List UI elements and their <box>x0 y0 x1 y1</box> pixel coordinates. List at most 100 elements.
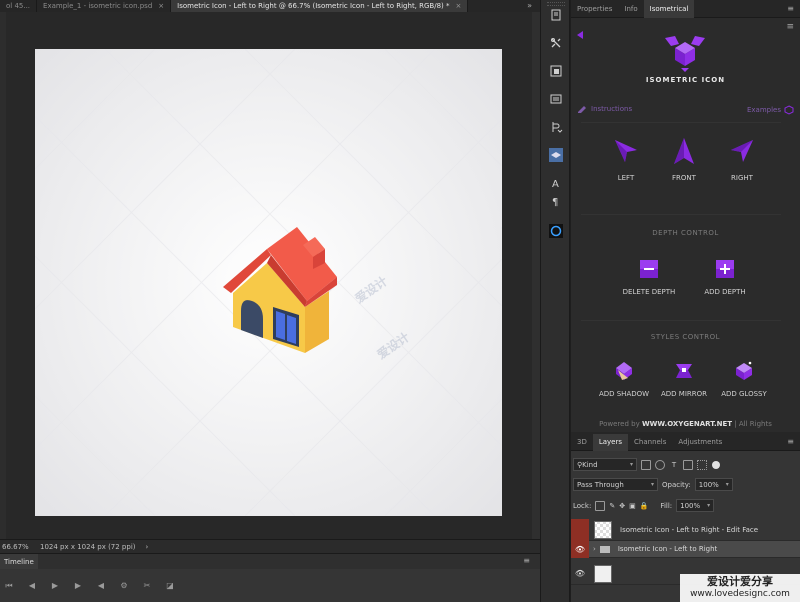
canvas-area: ...c.com 爱设计 爱设计 <box>0 12 540 539</box>
blend-mode-value: Pass Through <box>577 480 624 489</box>
layer-row-group[interactable]: 👁 › Isometric Icon - Left to Right <box>571 540 800 558</box>
eye-icon[interactable]: 👁 <box>571 563 589 585</box>
cube-icon <box>784 105 794 115</box>
tab-properties[interactable]: Properties <box>571 0 618 18</box>
document-dimensions: 1024 px x 1024 px (72 ppi) <box>40 542 136 551</box>
layer-name: Isometric Icon - Left to Right - Edit Fa… <box>620 525 759 534</box>
tab-adjustments[interactable]: Adjustments <box>672 434 728 451</box>
type-filter-icon[interactable]: T <box>669 460 679 470</box>
vertical-scrollbar[interactable] <box>532 12 540 539</box>
strip-grip[interactable] <box>547 2 565 6</box>
panel-menu-icon[interactable]: ≡ <box>523 556 530 565</box>
shadow-cube-icon <box>616 362 632 380</box>
layer-filter-row: ⚲ Kind ▾ T <box>573 458 800 471</box>
chevron-right-icon[interactable]: › <box>593 545 596 553</box>
next-frame-icon[interactable]: ▶ <box>73 581 83 591</box>
svg-text:¶: ¶ <box>552 197 558 208</box>
layer-row-edit-face[interactable]: Isometric Icon - Left to Right - Edit Fa… <box>571 518 800 541</box>
document-tabs: ol 45... Example_1 - isometric icon.psd ×… <box>0 0 540 12</box>
paragraph-styles-icon[interactable] <box>549 120 563 134</box>
tab-channels[interactable]: Channels <box>628 434 672 451</box>
add-glossy-button[interactable]: ADD GLOSSY <box>709 360 779 398</box>
filter-kind-value: Kind <box>582 460 598 469</box>
tab-label: Layers <box>598 438 623 446</box>
doc-tab-1[interactable]: Example_1 - isometric icon.psd × <box>37 0 172 12</box>
isometric-logo-icon <box>665 36 705 72</box>
panel-menu-icon[interactable]: ≡ <box>787 4 794 13</box>
tab-3d[interactable]: 3D <box>571 434 593 451</box>
pixel-filter-icon[interactable] <box>641 459 651 470</box>
tabs-overflow-icon[interactable]: » <box>527 0 532 12</box>
filter-toggle[interactable] <box>712 460 720 469</box>
tab-label: Channels <box>634 438 667 446</box>
split-icon[interactable]: ✂ <box>142 581 152 591</box>
adjustment-filter-icon[interactable] <box>655 459 665 470</box>
audio-icon[interactable]: ◀ <box>96 581 106 591</box>
opacity-input[interactable]: 100% ▾ <box>694 478 733 491</box>
close-icon[interactable]: × <box>158 2 164 10</box>
blend-mode-select[interactable]: Pass Through ▾ <box>573 478 658 491</box>
layer-thumbnail <box>594 564 612 583</box>
isometrical-plugin-icon[interactable] <box>549 148 563 162</box>
paragraph-icon[interactable]: ¶ <box>549 194 563 208</box>
play-icon[interactable]: ▶ <box>50 581 60 591</box>
back-arrow-icon[interactable] <box>577 31 583 39</box>
history-icon[interactable] <box>549 8 563 22</box>
add-depth-button[interactable]: ADD DEPTH <box>690 258 760 296</box>
character-icon[interactable]: A <box>549 176 563 190</box>
panel-menu-icon[interactable]: ≡ <box>787 437 794 446</box>
opacity-label: Opacity: <box>662 480 691 489</box>
minus-cube-icon <box>640 260 658 278</box>
tab-info[interactable]: Info <box>618 0 643 18</box>
hamburger-icon[interactable]: ≡ <box>786 22 794 32</box>
extension-circle-icon[interactable] <box>549 224 563 238</box>
left-ruler <box>0 12 6 539</box>
examples-link[interactable]: Examples <box>747 105 794 115</box>
lock-transparent-icon[interactable] <box>595 500 606 511</box>
status-menu-icon[interactable]: › <box>146 543 149 551</box>
lock-all-icon[interactable]: 🔒 <box>640 502 649 510</box>
clone-source-icon[interactable] <box>549 64 563 78</box>
prev-frame-icon[interactable]: ◀ <box>27 581 37 591</box>
tool-presets-icon[interactable] <box>549 36 563 50</box>
eye-icon[interactable]: 👁 <box>571 540 589 558</box>
smart-object-filter-icon[interactable] <box>697 459 707 470</box>
lock-artboard-icon[interactable]: ▣ <box>629 502 636 510</box>
timeline-header: Timeline ≡ <box>0 553 540 570</box>
visibility-off-icon[interactable] <box>571 518 589 541</box>
depth-control-title: DEPTH CONTROL <box>652 229 719 237</box>
instructions-label: Instructions <box>591 105 633 113</box>
doc-tab-2[interactable]: Isometric Icon - Left to Right @ 66.7% (… <box>171 0 469 12</box>
mirror-cube-icon <box>676 364 692 378</box>
filter-kind-select[interactable]: ⚲ Kind ▾ <box>573 458 637 471</box>
powered-prefix: Powered by <box>599 420 640 428</box>
tab-label: Info <box>624 5 638 13</box>
tab-isometrical[interactable]: Isometrical <box>643 0 695 18</box>
timeline-tab[interactable]: Timeline <box>0 553 38 570</box>
settings-icon[interactable]: ⚙ <box>119 581 129 591</box>
add-glossy-label: ADD GLOSSY <box>721 390 767 398</box>
first-frame-icon[interactable]: ⏮ <box>4 581 14 591</box>
delete-depth-label: DELETE DEPTH <box>622 288 676 296</box>
document-canvas[interactable]: ...c.com 爱设计 爱设计 <box>35 49 502 516</box>
glossy-cube-icon <box>736 361 752 380</box>
zoom-level[interactable]: 66.67% <box>0 543 34 551</box>
transition-icon[interactable]: ◪ <box>165 581 175 591</box>
layers-panel: ⚲ Kind ▾ T Pass Through ▾ Opacity: 100% … <box>571 451 800 602</box>
tab-layers[interactable]: Layers <box>592 434 629 451</box>
plus-cube-icon <box>716 260 734 278</box>
right-button[interactable]: RIGHT <box>707 136 777 182</box>
front-label: FRONT <box>672 174 696 182</box>
folder-icon <box>599 545 610 553</box>
opacity-value: 100% <box>698 480 719 489</box>
doc-tab-0[interactable]: ol 45... <box>0 0 38 12</box>
instructions-link[interactable]: Instructions <box>577 105 632 113</box>
lock-image-icon[interactable]: ✎ <box>609 502 615 510</box>
delete-depth-button[interactable]: DELETE DEPTH <box>614 258 684 296</box>
brush-settings-icon[interactable] <box>549 92 563 106</box>
fill-input[interactable]: 100% ▾ <box>676 499 715 512</box>
lock-position-icon[interactable]: ✥ <box>619 502 625 510</box>
powered-site-link[interactable]: WWW.OXYGENART.NET <box>642 420 732 428</box>
shape-filter-icon[interactable] <box>683 459 693 470</box>
close-icon[interactable]: × <box>456 2 462 10</box>
